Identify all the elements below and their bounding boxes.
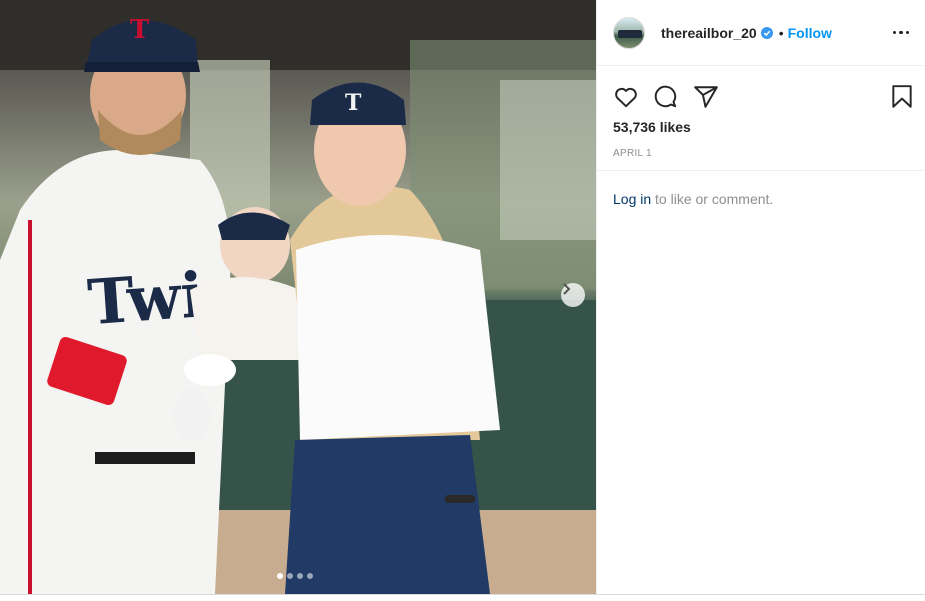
login-link[interactable]: Log in bbox=[613, 191, 651, 207]
carousel-dot bbox=[277, 573, 283, 579]
login-prompt-text: to like or comment. bbox=[651, 191, 774, 207]
carousel-dot bbox=[297, 573, 303, 579]
header-separator: • bbox=[778, 24, 784, 41]
share-icon[interactable] bbox=[693, 84, 719, 110]
heart-icon[interactable] bbox=[613, 84, 639, 110]
comment-icon[interactable] bbox=[653, 84, 679, 110]
avatar[interactable] bbox=[613, 16, 645, 49]
carousel-dot bbox=[287, 573, 293, 579]
follow-button[interactable]: Follow bbox=[788, 25, 832, 41]
post-header: thereailbor_20 • Follow bbox=[597, 0, 925, 66]
post-date[interactable]: APRIL 1 bbox=[613, 148, 652, 159]
chevron-right-icon bbox=[563, 283, 571, 295]
action-bar bbox=[613, 84, 915, 110]
svg-text:T: T bbox=[130, 15, 150, 45]
photo-illustration: T Twin T bbox=[0, 0, 596, 594]
login-prompt: Log in to like or comment. bbox=[613, 191, 773, 207]
carousel-indicator bbox=[277, 573, 313, 579]
more-options-icon[interactable] bbox=[892, 30, 909, 35]
bookmark-icon[interactable] bbox=[889, 84, 915, 110]
carousel-dot bbox=[307, 573, 313, 579]
likes-count[interactable]: 53,736 likes bbox=[613, 119, 691, 135]
post-photo[interactable]: T Twin T bbox=[0, 0, 596, 594]
verified-badge-icon bbox=[760, 26, 773, 39]
post-side-panel: thereailbor_20 • Follow 53,736 likes APR… bbox=[596, 0, 925, 594]
next-slide-button[interactable] bbox=[561, 283, 585, 307]
instagram-post: T Twin T thereailbor_20 • Follow 53,736 … bbox=[0, 0, 925, 594]
username-link[interactable]: thereailbor_20 bbox=[661, 25, 757, 41]
page-divider bbox=[0, 594, 925, 595]
svg-text:T: T bbox=[345, 90, 362, 116]
divider bbox=[597, 170, 925, 171]
